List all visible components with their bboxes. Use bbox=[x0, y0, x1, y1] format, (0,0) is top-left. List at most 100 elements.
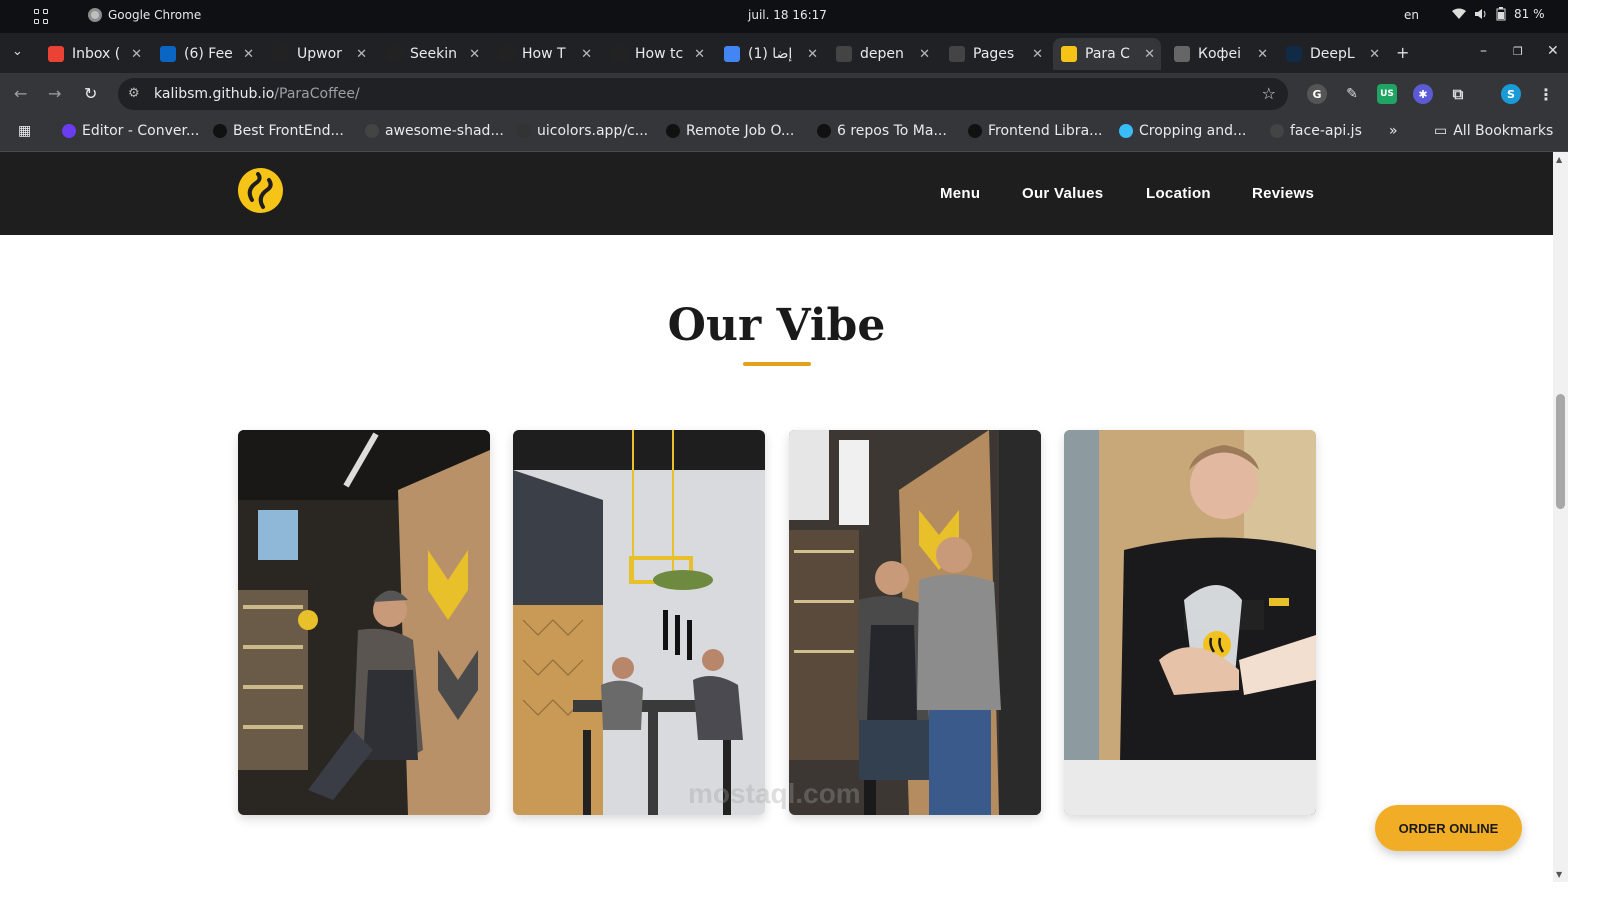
bookmark-item[interactable]: Editor - Conver... bbox=[62, 123, 199, 139]
gmail-icon bbox=[48, 46, 64, 62]
browser-tab[interactable]: depen ✕ bbox=[828, 38, 936, 70]
back-icon[interactable]: ← bbox=[14, 84, 27, 103]
battery-icon bbox=[1496, 7, 1506, 21]
close-tab-icon[interactable]: ✕ bbox=[807, 47, 818, 62]
maximize-icon[interactable]: ❐ bbox=[1513, 45, 1523, 58]
nav-our-values[interactable]: Our Values bbox=[1022, 185, 1103, 202]
close-tab-icon[interactable]: ✕ bbox=[1369, 47, 1380, 62]
bookmark-item[interactable]: 6 repos To Ma... bbox=[817, 123, 947, 139]
address-bar[interactable]: ⚙ kalibsm.github.io/ParaCoffee/ ☆ bbox=[118, 78, 1288, 110]
color-picker-icon[interactable]: ✎ bbox=[1342, 84, 1362, 104]
bookmarks-overflow-button[interactable]: » bbox=[1389, 123, 1398, 139]
bookmark-favicon-icon bbox=[517, 124, 531, 138]
active-app[interactable]: Google Chrome bbox=[88, 8, 201, 22]
bookmark-favicon-icon bbox=[62, 124, 76, 138]
browser-tab[interactable]: Кофеі ✕ bbox=[1166, 38, 1274, 70]
profile-avatar[interactable]: S bbox=[1501, 84, 1521, 104]
bookmark-item[interactable]: face-api.js bbox=[1270, 123, 1362, 139]
tab-search-chevron-icon[interactable]: ⌄ bbox=[12, 44, 23, 59]
reload-icon[interactable]: ↻ bbox=[84, 84, 97, 103]
browser-tab[interactable]: Inbox (✕ bbox=[40, 38, 148, 70]
barista-serving-drink-photo[interactable] bbox=[1064, 430, 1316, 815]
extensions-puzzle-icon[interactable]: ⧉ bbox=[1448, 84, 1468, 104]
close-tab-icon[interactable]: ✕ bbox=[919, 47, 930, 62]
scrollbar-thumb[interactable] bbox=[1556, 394, 1565, 509]
close-window-icon[interactable]: ✕ bbox=[1547, 43, 1559, 59]
browser-tab[interactable]: (6) Fee ✕ bbox=[152, 38, 260, 70]
browser-tab[interactable]: (1) إضا ✕ bbox=[716, 38, 824, 70]
notification-icon bbox=[724, 46, 740, 62]
apps-grid-icon[interactable] bbox=[34, 9, 50, 25]
close-tab-icon[interactable]: ✕ bbox=[1257, 47, 1268, 62]
paracoffee-logo[interactable] bbox=[238, 168, 283, 213]
all-bookmarks-button[interactable]: ▭ All Bookmarks bbox=[1434, 123, 1553, 139]
toolbar: ← → ↻ ⚙ kalibsm.github.io/ParaCoffee/ ☆ … bbox=[0, 73, 1568, 115]
scroll-down-icon[interactable]: ▼ bbox=[1556, 870, 1562, 879]
bookmark-favicon-icon bbox=[213, 124, 227, 138]
system-tray[interactable]: 81 % bbox=[1452, 7, 1545, 21]
globe-icon bbox=[1174, 46, 1190, 62]
apps-shortcut-icon[interactable]: ▦ bbox=[18, 123, 31, 139]
minimize-icon[interactable]: – bbox=[1480, 43, 1487, 59]
close-tab-icon[interactable]: ✕ bbox=[356, 47, 367, 62]
browser-tab[interactable]: Upwor ✕ bbox=[265, 38, 373, 70]
bookmark-item[interactable]: uicolors.app/c... bbox=[517, 123, 648, 139]
cafe-interior-photo[interactable] bbox=[513, 430, 765, 815]
volume-icon bbox=[1475, 9, 1486, 19]
extension-icon[interactable]: ✱ bbox=[1413, 84, 1433, 104]
chrome-menu-icon[interactable]: ⋮ bbox=[1536, 84, 1556, 104]
bookmark-favicon-icon bbox=[1119, 124, 1133, 138]
scroll-up-icon[interactable]: ▲ bbox=[1556, 155, 1562, 164]
page-scrollbar[interactable]: ▲ ▼ bbox=[1553, 152, 1568, 882]
close-tab-icon[interactable]: ✕ bbox=[131, 47, 142, 62]
bookmark-label: Best FrontEnd... bbox=[233, 123, 344, 139]
clock[interactable]: juil. 18 16:17 bbox=[748, 8, 827, 22]
close-tab-icon[interactable]: ✕ bbox=[1144, 47, 1155, 62]
close-tab-icon[interactable]: ✕ bbox=[694, 47, 705, 62]
tab-title: depen bbox=[860, 46, 904, 62]
url-domain: kalibsm.github.io bbox=[154, 86, 275, 102]
close-tab-icon[interactable]: ✕ bbox=[1032, 47, 1043, 62]
title-underline bbox=[743, 362, 811, 366]
close-tab-icon[interactable]: ✕ bbox=[243, 47, 254, 62]
new-tab-button[interactable]: + bbox=[1396, 43, 1409, 62]
barista-juggling-photo[interactable] bbox=[238, 430, 490, 815]
grammarly-icon[interactable]: G bbox=[1307, 84, 1327, 104]
language-indicator[interactable]: en bbox=[1404, 8, 1419, 22]
forward-icon[interactable]: → bbox=[48, 84, 61, 103]
bookmark-item[interactable]: awesome-shad... bbox=[365, 123, 504, 139]
site-info-icon[interactable]: ⚙ bbox=[128, 86, 140, 101]
browser-tab[interactable]: DeepL ✕ bbox=[1278, 38, 1386, 70]
upwork-icon bbox=[273, 46, 289, 62]
browser-tab[interactable]: How tc ✕ bbox=[603, 38, 711, 70]
baristas-portrait-photo[interactable] bbox=[789, 430, 1041, 815]
nav-menu[interactable]: Menu bbox=[940, 185, 980, 202]
bookmark-item[interactable]: Best FrontEnd... bbox=[213, 123, 344, 139]
bookmark-label: Frontend Libra... bbox=[988, 123, 1103, 139]
bookmark-item[interactable]: Frontend Libra... bbox=[968, 123, 1103, 139]
vpn-extension-icon[interactable]: US bbox=[1377, 84, 1397, 104]
bookmark-item[interactable]: Cropping and... bbox=[1119, 123, 1246, 139]
browser-tab[interactable]: Seekin ✕ bbox=[378, 38, 486, 70]
browser-tab[interactable]: Para C ✕ bbox=[1053, 38, 1161, 70]
bookmark-star-icon[interactable]: ☆ bbox=[1262, 84, 1276, 103]
tab-strip: ⌄ Inbox (✕ (6) Fee ✕ Upwor ✕ Seekin ✕ How T ✕ How… bbox=[0, 33, 1568, 73]
bookmark-item[interactable]: Remote Job O... bbox=[666, 123, 794, 139]
bookmark-label: awesome-shad... bbox=[385, 123, 504, 139]
website-viewport: Menu Our Values Location Reviews Our Vib… bbox=[0, 152, 1553, 882]
browser-tab[interactable]: Pages ✕ bbox=[941, 38, 1049, 70]
section-title: Our Vibe bbox=[667, 300, 886, 351]
order-online-button[interactable]: ORDER ONLINE bbox=[1375, 805, 1522, 851]
all-bookmarks-label: All Bookmarks bbox=[1453, 123, 1554, 139]
linkedin-icon bbox=[160, 46, 176, 62]
battery-level: 81 % bbox=[1514, 7, 1545, 21]
watermark: mostaql.com bbox=[688, 778, 861, 809]
close-tab-icon[interactable]: ✕ bbox=[469, 47, 480, 62]
close-tab-icon[interactable]: ✕ bbox=[581, 47, 592, 62]
browser-tab[interactable]: How T ✕ bbox=[490, 38, 598, 70]
paracoffee-icon bbox=[1061, 46, 1077, 62]
nav-location[interactable]: Location bbox=[1146, 185, 1211, 202]
nav-reviews[interactable]: Reviews bbox=[1252, 185, 1314, 202]
bookmarks-bar: ▦ Editor - Conver... Best FrontEnd... awes… bbox=[0, 115, 1568, 152]
bookmark-favicon-icon bbox=[666, 124, 680, 138]
